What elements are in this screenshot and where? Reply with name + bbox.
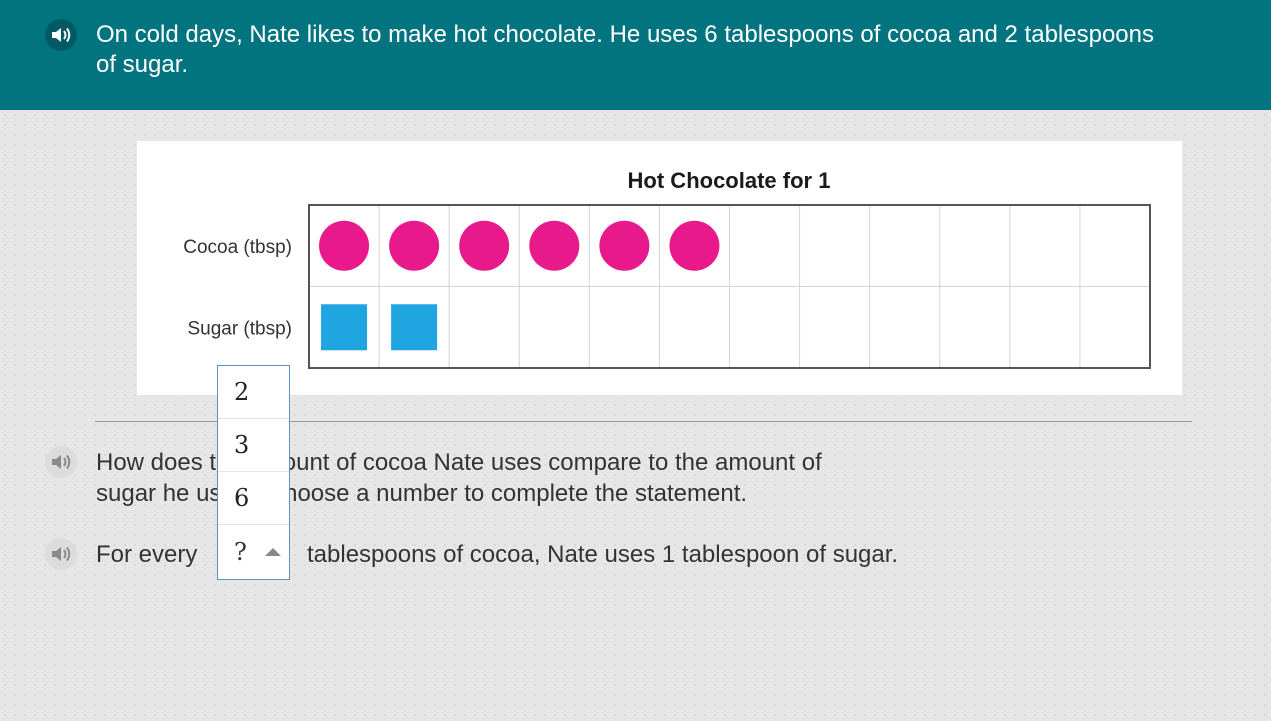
- speaker-icon: [52, 27, 71, 43]
- row-label: Cocoa (tbsp): [183, 237, 292, 258]
- dropdown-option[interactable]: 2: [218, 366, 289, 419]
- chart-row-labels: Cocoa (tbsp) Sugar (tbsp): [183, 237, 292, 340]
- row-label: Sugar (tbsp): [187, 318, 292, 339]
- completion-statement: For every tablespoons of cocoa, Nate use…: [96, 540, 898, 570]
- cocoa-mark: [529, 220, 580, 271]
- cocoa-mark: [669, 220, 720, 271]
- problem-statement: On cold days, Nate likes to make hot cho…: [96, 21, 1154, 78]
- dropdown-option[interactable]: 6: [218, 472, 289, 525]
- chart-panel: Hot Chocolate for 1 Cocoa (tbsp) Sugar (t…: [137, 141, 1182, 395]
- problem-header: On cold days, Nate likes to make hot cho…: [0, 0, 1271, 110]
- cocoa-mark: [389, 220, 440, 271]
- dropdown-option[interactable]: 3: [218, 419, 289, 472]
- speaker-icon: [52, 454, 71, 470]
- cocoa-mark: [599, 220, 650, 271]
- dropdown-selected-value: ?: [234, 538, 247, 566]
- statement-post: tablespoons of cocoa, Nate uses 1 tables…: [307, 541, 899, 568]
- cocoa-mark: [319, 220, 370, 271]
- sugar-mark: [321, 304, 368, 351]
- question-audio-button[interactable]: [45, 446, 77, 478]
- chart-title: Hot Chocolate for 1: [628, 168, 831, 193]
- header-audio-button[interactable]: [45, 19, 77, 51]
- chevron-up-icon: [264, 548, 281, 556]
- sugar-mark: [391, 304, 438, 351]
- statement-audio-button[interactable]: [45, 538, 77, 570]
- statement-pre: For every: [96, 541, 198, 568]
- ratio-table-chart: Hot Chocolate for 1 Cocoa (tbsp) Sugar (t…: [183, 168, 1151, 369]
- number-dropdown[interactable]: 2 3 6 ?: [217, 365, 290, 580]
- cocoa-mark: [459, 220, 510, 271]
- speaker-icon: [52, 546, 71, 562]
- dropdown-selected[interactable]: ?: [218, 525, 289, 579]
